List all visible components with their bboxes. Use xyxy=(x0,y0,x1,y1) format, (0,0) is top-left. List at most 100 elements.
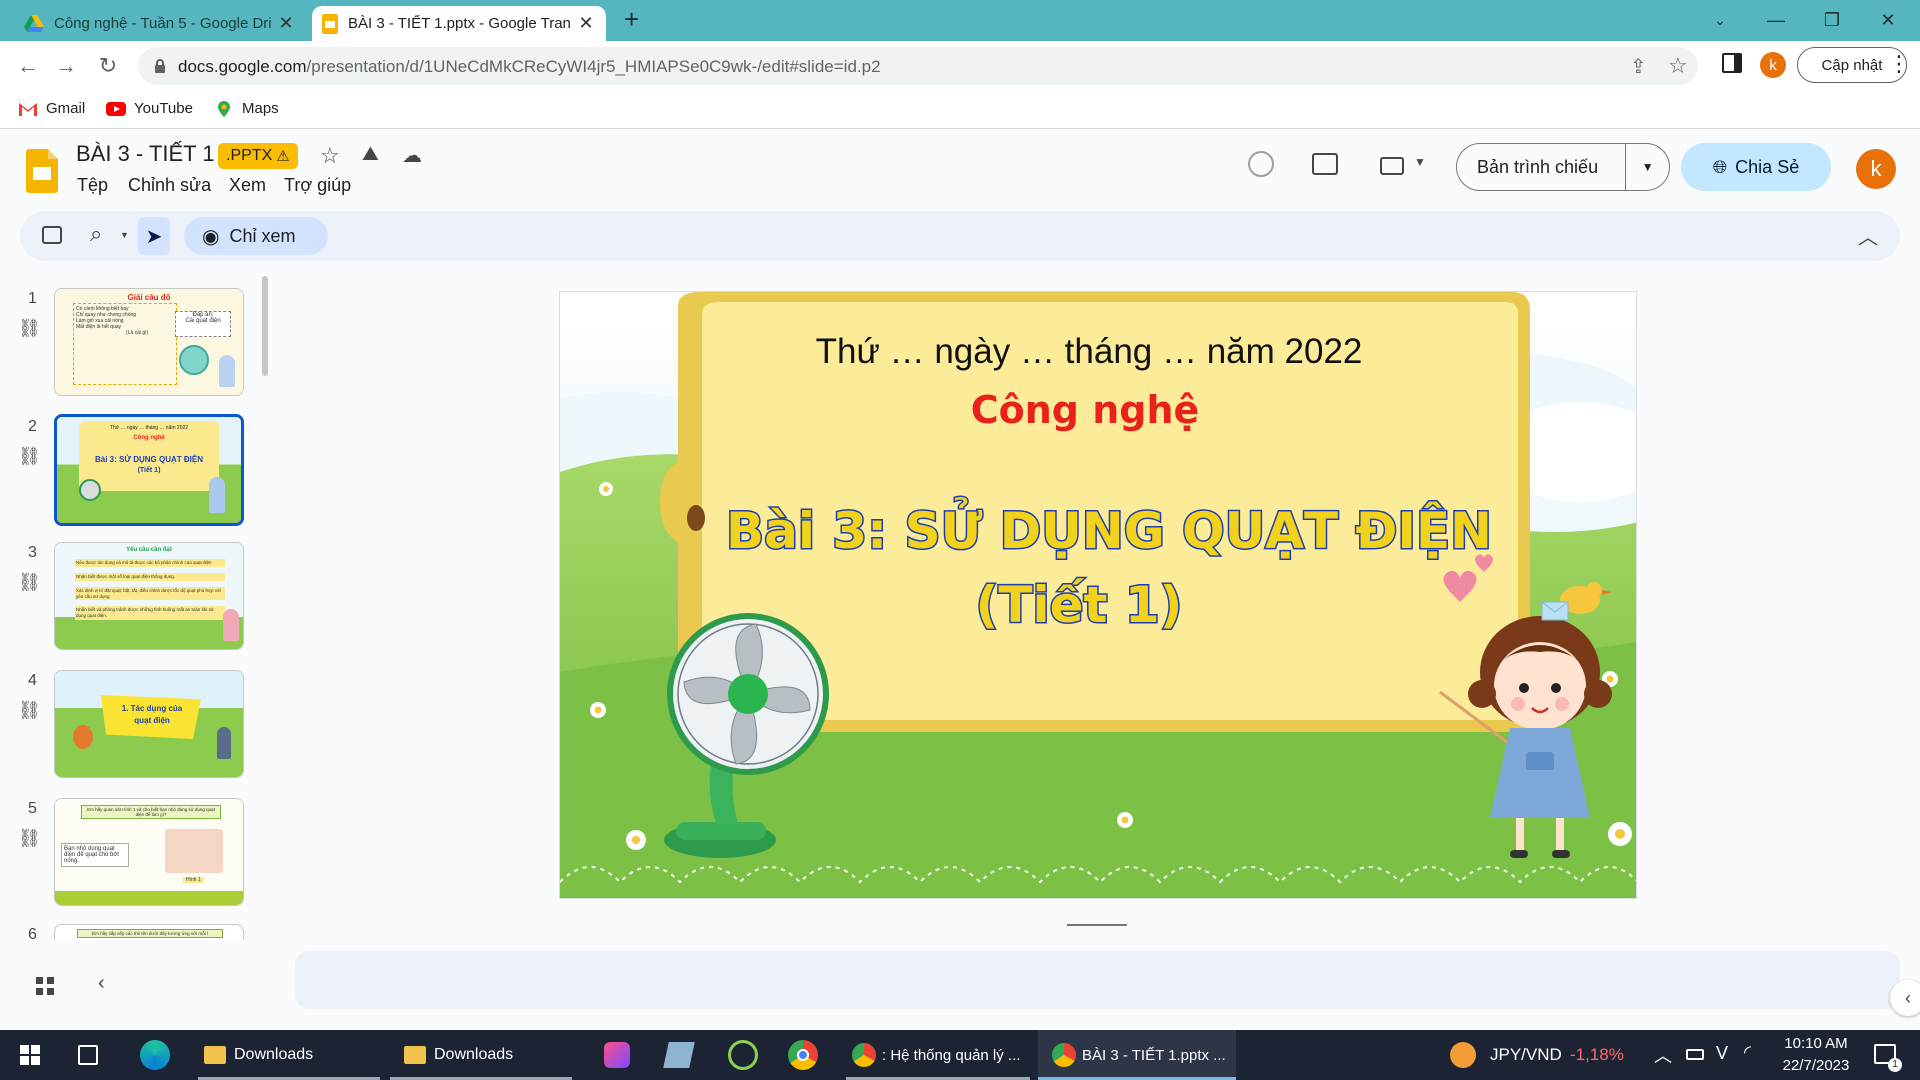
comments-icon[interactable] xyxy=(1312,153,1338,175)
fan-icon xyxy=(79,479,101,501)
print-icon[interactable] xyxy=(42,226,62,244)
maximize-icon[interactable]: ❐ xyxy=(1804,0,1860,41)
show-hidden-icons-icon[interactable]: ︿ xyxy=(1654,1042,1672,1068)
tab-search-icon[interactable]: ⌄ xyxy=(1692,0,1748,41)
windows-start-icon[interactable] xyxy=(20,1045,40,1065)
slide-thumbnail-6[interactable]: Em hãy sắp xếp các thẻ tên dưới đây tươn… xyxy=(54,924,244,940)
close-icon[interactable]: ✕ xyxy=(576,13,596,34)
bookmark-star-icon[interactable]: ☆ xyxy=(1668,53,1688,79)
share-button[interactable]: 🌐︎ Chia Sẻ xyxy=(1681,143,1831,191)
share-page-icon[interactable]: ⇪ xyxy=(1630,54,1647,79)
slide-thumbnail-1[interactable]: Giải câu đố Có cánh không biết bay Chỉ q… xyxy=(54,288,244,396)
chevron-down-icon[interactable]: ▼ xyxy=(1414,155,1426,169)
wifi-icon[interactable]: ◜ xyxy=(1744,1042,1751,1063)
browser-tab-slides[interactable]: BÀI 3 - TIẾT 1.pptx - Google Tran ✕ xyxy=(312,6,606,41)
chrome-icon xyxy=(852,1043,876,1067)
back-icon[interactable]: ← xyxy=(14,52,42,80)
slide-number: 1 xyxy=(28,290,37,307)
link-icon: ⛓ xyxy=(18,572,41,592)
menu-view[interactable]: Xem xyxy=(229,175,266,196)
browser-tab-drive[interactable]: Công nghệ - Tuần 5 - Google Dri ✕ xyxy=(14,6,306,41)
slide-thumbnail-4[interactable]: 1. Tác dụng của quạt điện xyxy=(54,670,244,778)
menu-help[interactable]: Trợ giúp xyxy=(284,175,351,196)
new-tab-button[interactable]: + xyxy=(624,4,639,35)
gmail-icon xyxy=(19,102,37,116)
slides-logo-icon[interactable] xyxy=(26,149,58,193)
slide-canvas[interactable]: Thứ … ngày … tháng … năm 2022 Công nghệ … xyxy=(559,291,1637,899)
file-format-badge[interactable]: .PPTX ⚠ xyxy=(218,143,298,169)
tab-title: BÀI 3 - TIẾT 1.pptx - Google Tran xyxy=(348,15,571,32)
slides-toolbar: ⌕ ▼ ➤ ◉ Chỉ xem ︿ xyxy=(20,211,1900,261)
link-icon: ⛓ xyxy=(18,318,41,338)
filmstrip-scrollbar[interactable] xyxy=(262,276,268,376)
version-history-icon[interactable] xyxy=(1248,151,1274,177)
bookmark-youtube[interactable]: YouTube xyxy=(106,100,193,117)
notification-count-badge: 1 xyxy=(1888,1058,1902,1072)
filmstrip: 1 ⛓ Giải câu đố Có cánh không biết bay C… xyxy=(0,270,270,940)
meet-camera-icon[interactable] xyxy=(1380,157,1404,175)
edge-icon[interactable] xyxy=(140,1040,170,1070)
slideshow-button[interactable]: Bản trình chiếu ▼ xyxy=(1456,143,1670,191)
slide-thumbnail-3[interactable]: Yêu cầu cần đạt Nêu được tác dụng và mô … xyxy=(54,542,244,650)
cloud-status-icon[interactable]: ☁ xyxy=(402,143,422,168)
google-slides-icon xyxy=(322,13,338,34)
menu-edit[interactable]: Chỉnh sửa xyxy=(128,175,211,196)
chrome-icon[interactable] xyxy=(788,1040,818,1070)
view-only-chip[interactable]: ◉ Chỉ xem xyxy=(184,217,328,255)
speaker-notes[interactable] xyxy=(295,951,1900,1009)
link-icon: ⛓ xyxy=(18,446,41,466)
clock-date[interactable]: 22/7/2023 xyxy=(1780,1057,1852,1074)
currency-change: -1,18% xyxy=(1570,1045,1624,1064)
folder-icon xyxy=(404,1046,426,1064)
slide-number: 4 xyxy=(28,672,37,689)
address-bar[interactable]: docs.google.com/presentation/d/1UNeCdMkC… xyxy=(138,47,1698,85)
battery-icon[interactable] xyxy=(1686,1049,1704,1060)
move-to-drive-icon[interactable]: ⛰ xyxy=(362,143,379,166)
side-panel-icon[interactable] xyxy=(1722,53,1742,73)
notes-resize-handle[interactable] xyxy=(1067,924,1127,926)
select-tool-icon[interactable]: ➤ xyxy=(138,217,170,255)
close-icon[interactable]: ✕ xyxy=(276,13,296,34)
slide-date-line: Thứ … ngày … tháng … năm 2022 xyxy=(815,332,1363,371)
minimize-icon[interactable]: — xyxy=(1748,0,1804,41)
taskbar-chrome-window-2[interactable]: BÀI 3 - TIẾT 1.pptx ... xyxy=(1038,1030,1236,1080)
task-view-icon[interactable] xyxy=(78,1045,98,1065)
link-icon: ⛓ xyxy=(18,700,41,720)
taskbar-downloads-2[interactable]: Downloads xyxy=(390,1030,572,1080)
bookmark-gmail[interactable]: Gmail xyxy=(18,100,85,117)
close-window-icon[interactable]: ✕ xyxy=(1860,0,1916,41)
star-icon[interactable]: ☆ xyxy=(320,143,340,169)
zoom-icon[interactable]: ⌕ xyxy=(90,221,102,247)
more-menu-icon[interactable]: ⋮ xyxy=(1888,51,1910,77)
taskbar-downloads-1[interactable]: Downloads xyxy=(198,1030,380,1080)
collapse-toolbar-icon[interactable]: ︿ xyxy=(1858,221,1878,250)
keyboard-language-icon[interactable]: V xyxy=(1716,1043,1728,1064)
slide-thumbnail-2[interactable]: Thứ … ngày … tháng … năm 2022 Công nghệ … xyxy=(54,414,244,526)
chevron-down-icon[interactable]: ▼ xyxy=(120,230,129,240)
taskbar-chrome-window-1[interactable]: : Hệ thống quản lý ... xyxy=(846,1030,1030,1080)
forward-icon[interactable]: → xyxy=(52,52,80,80)
clock-time[interactable]: 10:10 AM xyxy=(1780,1035,1852,1052)
creative-cloud-icon[interactable] xyxy=(604,1042,630,1068)
lock-icon xyxy=(155,59,165,73)
bookmark-maps[interactable]: Maps xyxy=(214,100,279,117)
electric-fan-illustration xyxy=(664,613,829,858)
rooster-icon xyxy=(73,725,93,749)
account-avatar[interactable]: k xyxy=(1856,149,1896,189)
girl-icon xyxy=(209,477,225,513)
currency-widget-icon[interactable] xyxy=(1450,1042,1476,1068)
profile-avatar[interactable]: k xyxy=(1760,52,1786,78)
document-title[interactable]: BÀI 3 - TIẾT 1 xyxy=(76,141,215,167)
side-panel-toggle-icon[interactable]: ‹ xyxy=(1890,980,1920,1016)
currency-pair[interactable]: JPY/VND xyxy=(1490,1045,1562,1065)
reload-icon[interactable]: ↻ xyxy=(94,52,122,80)
menu-file[interactable]: Tệp xyxy=(77,175,108,196)
chevron-down-icon[interactable]: ▼ xyxy=(1625,144,1669,190)
browser-toolbar: ← → ↻ docs.google.com/presentation/d/1UN… xyxy=(0,41,1920,91)
slide-subject: Công nghệ xyxy=(970,388,1200,432)
grid-view-icon[interactable] xyxy=(36,977,54,995)
collapse-filmstrip-icon[interactable]: ‹ xyxy=(98,972,105,995)
slide-thumbnail-5[interactable]: Em hãy quan sát Hình 1 và cho biết bạn n… xyxy=(54,798,244,906)
app-icon[interactable] xyxy=(728,1040,758,1070)
notes-app-icon[interactable] xyxy=(663,1042,695,1068)
